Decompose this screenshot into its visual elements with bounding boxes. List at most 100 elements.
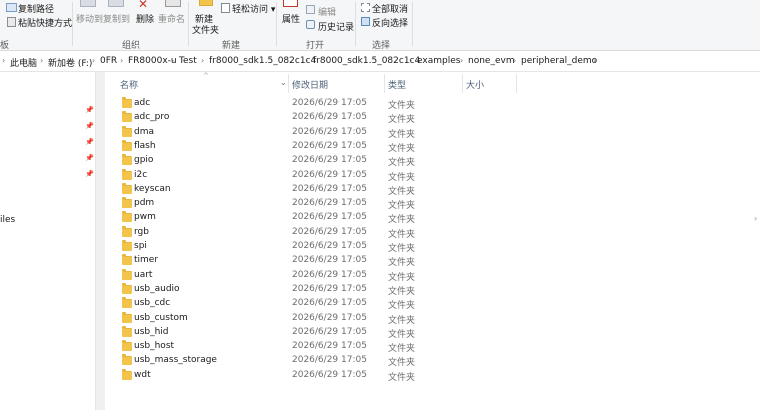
table-row[interactable]: usb_cdc 2026/6/29 17:05 文件夹	[106, 297, 516, 311]
breadcrumb-item[interactable]: fr8000_sdk1.5_082c1c4	[313, 56, 420, 66]
folder-icon	[122, 225, 132, 237]
file-name: usb_host	[134, 341, 175, 352]
file-name: wdt	[134, 369, 151, 380]
ribbon-separator	[276, 2, 277, 46]
table-row[interactable]: usb_hid 2026/6/29 17:05 文件夹	[106, 325, 516, 340]
chevron-right-icon: ›	[201, 56, 205, 65]
breadcrumb-item[interactable]: Test	[179, 56, 197, 66]
file-type: 文件夹	[388, 186, 416, 197]
table-row[interactable]: adc_pro 2026/6/29 17:05 文件夹	[106, 111, 516, 125]
table-row[interactable]: wdt 2026/6/29 17:05 文件夹	[106, 368, 516, 383]
table-row[interactable]: gpio 2026/6/29 17:05 文件夹	[106, 154, 516, 168]
table-row[interactable]: pwm 2026/6/29 17:05 文件夹	[106, 211, 516, 225]
ribbon-separator	[355, 2, 356, 46]
breadcrumb-item[interactable]: FR8000x-u	[128, 56, 177, 66]
breadcrumb-item[interactable]: none_evm	[468, 56, 515, 66]
move-to-button[interactable]: 移动到	[76, 12, 103, 25]
chevron-right-icon: ›	[513, 56, 517, 65]
move-to-icon	[80, 0, 96, 7]
file-type: 文件夹	[388, 344, 416, 355]
ribbon: 复制路径 粘贴快捷方式 板 移动到 复制到 ✕ 删除 重命名 组织 新建 文件夹…	[0, 0, 760, 51]
file-name: usb_hid	[134, 326, 169, 337]
file-name: rgb	[134, 226, 149, 237]
table-row[interactable]: timer 2026/6/29 17:05 文件夹	[106, 254, 516, 268]
chevron-right-icon: ›	[460, 56, 464, 65]
pin-icon[interactable]: 📌	[85, 154, 94, 162]
properties-button[interactable]: 属性	[282, 12, 300, 25]
delete-button[interactable]: 删除	[136, 12, 154, 25]
table-row[interactable]: i2c 2026/6/29 17:05 文件夹	[106, 168, 516, 183]
pin-icon[interactable]: 📌	[85, 170, 94, 178]
breadcrumb-item[interactable]: 此电脑	[10, 56, 37, 69]
folder-icon	[122, 254, 132, 266]
easy-access-button[interactable]: 轻松访问 ▾	[232, 2, 275, 15]
address-bar[interactable]: › 此电脑 › 新加卷 (F:) › 0FR › FR8000x-u › Tes…	[0, 51, 760, 72]
file-name: timer	[134, 255, 159, 266]
ribbon-separator	[188, 2, 189, 46]
table-row[interactable]: usb_custom 2026/6/29 17:05 文件夹	[106, 311, 516, 326]
file-modified: 2026/6/29 17:05	[292, 198, 367, 209]
nav-item-partial[interactable]: iles	[0, 215, 15, 225]
pin-icon[interactable]: 📌	[85, 106, 94, 114]
breadcrumb-item[interactable]: examples	[417, 56, 460, 66]
file-type: 文件夹	[388, 272, 416, 283]
folder-icon	[122, 354, 132, 366]
rename-button[interactable]: 重命名	[158, 12, 185, 25]
table-row[interactable]: dma 2026/6/29 17:05 文件夹	[106, 125, 516, 140]
breadcrumb-item[interactable]: fr8000_sdk1.5_082c1c4	[209, 56, 316, 66]
pin-icon[interactable]: 📌	[85, 122, 94, 130]
breadcrumb-item[interactable]: 新加卷 (F:)	[48, 56, 92, 69]
file-name: keyscan	[134, 183, 171, 194]
file-type: 文件夹	[388, 129, 416, 140]
table-row[interactable]: rgb 2026/6/29 17:05 文件夹	[106, 225, 516, 240]
invert-selection-button[interactable]: 反向选择	[372, 16, 408, 29]
column-header-modified[interactable]: 修改日期	[292, 78, 328, 91]
file-modified: 2026/6/29 17:05	[292, 241, 367, 251]
ribbon-separator	[72, 2, 73, 46]
column-separator[interactable]	[516, 74, 517, 93]
column-separator[interactable]	[462, 74, 463, 93]
chevron-right-icon: ›	[92, 56, 96, 65]
file-modified: 2026/6/29 17:05	[292, 341, 367, 352]
file-name: uart	[134, 269, 153, 280]
pane-divider[interactable]	[95, 72, 105, 410]
table-row[interactable]: adc 2026/6/29 17:05 文件夹	[106, 97, 516, 111]
file-name: adc	[134, 98, 151, 108]
folder-icon	[122, 168, 132, 180]
file-modified: 2026/6/29 17:05	[292, 298, 367, 309]
folder-icon	[122, 325, 132, 337]
column-header-name[interactable]: 名称	[120, 78, 138, 91]
select-none-button[interactable]: 全部取消	[372, 2, 408, 15]
paste-shortcut-button[interactable]: 粘贴快捷方式	[18, 16, 72, 29]
breadcrumb-item[interactable]: 0FR	[100, 56, 117, 66]
table-row[interactable]: keyscan 2026/6/29 17:05 文件夹	[106, 182, 516, 197]
table-row[interactable]: usb_mass_storage 2026/6/29 17:05 文件夹	[106, 354, 516, 368]
file-name: pdm	[134, 198, 155, 209]
new-folder-button-line2[interactable]: 文件夹	[192, 23, 219, 36]
table-row[interactable]: flash 2026/6/29 17:05 文件夹	[106, 139, 516, 154]
edit-button[interactable]: 编辑	[318, 5, 336, 18]
new-folder-icon	[199, 0, 213, 6]
copy-to-icon	[108, 0, 124, 7]
file-modified: 2026/6/29 17:05	[292, 183, 367, 194]
copy-to-button[interactable]: 复制到	[103, 12, 130, 25]
column-header-size[interactable]: 大小	[466, 78, 484, 91]
table-row[interactable]: uart 2026/6/29 17:05 文件夹	[106, 268, 516, 283]
pin-icon[interactable]: 📌	[85, 138, 94, 146]
table-row[interactable]: usb_host 2026/6/29 17:05 文件夹	[106, 340, 516, 354]
navigation-pane: 📌 📌 📌 📌 📌 iles	[0, 72, 95, 410]
folder-icon	[122, 282, 132, 294]
new-group-label: 新建	[222, 41, 241, 51]
history-button[interactable]: 历史记录	[318, 20, 354, 33]
organize-group-label: 组织	[122, 41, 141, 51]
table-row[interactable]: spi 2026/6/29 17:05 文件夹	[106, 240, 516, 254]
breadcrumb-item[interactable]: peripheral_demo	[521, 56, 597, 66]
table-row[interactable]: pdm 2026/6/29 17:05 文件夹	[106, 197, 516, 211]
properties-icon	[283, 0, 298, 7]
copy-path-button[interactable]: 复制路径	[18, 2, 54, 15]
chevron-down-icon[interactable]: ⌄	[280, 78, 287, 87]
column-separator[interactable]	[384, 74, 385, 93]
table-row[interactable]: usb_audio 2026/6/29 17:05 文件夹	[106, 282, 516, 297]
column-header-type[interactable]: 类型	[388, 78, 406, 91]
column-separator[interactable]	[288, 74, 289, 93]
